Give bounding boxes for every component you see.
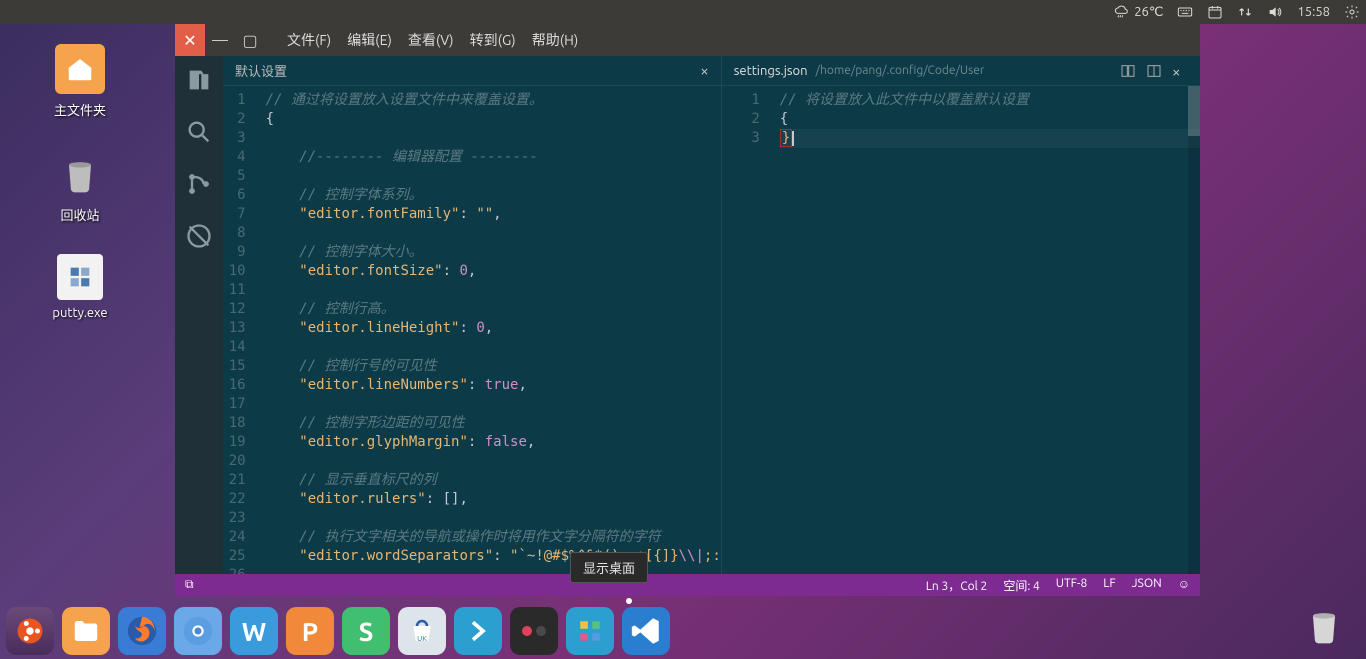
status-spaces[interactable]: 空间: 4: [1003, 577, 1039, 594]
search-icon[interactable]: [185, 118, 213, 146]
tab-actions: ×: [1120, 63, 1188, 79]
code-area-right[interactable]: 123 // 将设置放入此文件中以覆盖默认设置{}: [722, 86, 1200, 574]
desktop-icon-putty[interactable]: putty.exe: [20, 254, 140, 320]
trash-icon: [58, 152, 102, 196]
vscode-window: ✕ — ▢ 文件(F) 编辑(E) 查看(V) 转到(G) 帮助(H) 默认设置…: [175, 24, 1200, 596]
dock-app-wps-w[interactable]: W: [230, 607, 278, 655]
activity-bar: [175, 56, 223, 574]
minimize-button[interactable]: —: [205, 24, 235, 56]
desktop-icon-home[interactable]: 主文件夹: [20, 44, 140, 119]
close-button[interactable]: ✕: [175, 24, 205, 56]
editor-body: 默认设置 × 123456789101112131415161718192021…: [175, 56, 1200, 574]
status-bar: ⧉ Ln 3，Col 2 空间: 4 UTF-8 LF JSON ☺: [175, 574, 1200, 596]
line-gutter: 123: [722, 86, 770, 574]
dock-app-firefox[interactable]: [118, 607, 166, 655]
keyboard-indicator[interactable]: [1177, 4, 1193, 20]
dock-app-ubuntu[interactable]: [6, 607, 54, 655]
dock-app-devtool[interactable]: [454, 607, 502, 655]
menu-bar: 文件(F) 编辑(E) 查看(V) 转到(G) 帮助(H): [281, 26, 584, 54]
tab-bar-left: 默认设置 ×: [223, 56, 721, 86]
gear-icon: [1344, 4, 1360, 20]
trash-icon: [1302, 603, 1346, 647]
window-titlebar: ✕ — ▢ 文件(F) 编辑(E) 查看(V) 转到(G) 帮助(H): [175, 24, 1200, 56]
top-panel: 26℃ 15:58: [0, 0, 1366, 24]
status-lncol[interactable]: Ln 3，Col 2: [926, 577, 988, 594]
dock: WPS UK: [6, 607, 670, 655]
dock-app-store[interactable]: UK: [398, 607, 446, 655]
status-feedback-icon[interactable]: ⧉: [185, 578, 194, 592]
dock-app-wps-s[interactable]: S: [342, 607, 390, 655]
menu-help[interactable]: 帮助(H): [526, 26, 585, 54]
keyboard-icon: [1177, 4, 1193, 20]
calendar-indicator[interactable]: [1207, 4, 1223, 20]
weather-icon: [1114, 4, 1130, 20]
editor-scrollbar[interactable]: [1188, 86, 1200, 574]
calendar-icon: [1207, 4, 1223, 20]
dock-app-vscode[interactable]: [622, 607, 670, 655]
menu-view[interactable]: 查看(V): [402, 26, 460, 54]
source-control-icon[interactable]: [185, 170, 213, 198]
putty-icon: [66, 263, 94, 291]
svg-text:UK: UK: [417, 635, 427, 643]
maximize-button[interactable]: ▢: [235, 24, 265, 56]
code-area-left[interactable]: 1234567891011121314151617181920212223242…: [223, 86, 721, 574]
desktop: 主文件夹 回收站 putty.exe: [0, 24, 175, 350]
code-lines: // 通过将设置放入设置文件中来覆盖设置。{ //-------- 编辑器配置 …: [256, 86, 721, 574]
menu-go[interactable]: 转到(G): [464, 26, 522, 54]
desktop-icon-label: 主文件夹: [20, 100, 140, 119]
editor-group: 默认设置 × 123456789101112131415161718192021…: [223, 56, 1200, 574]
desktop-icon-trash[interactable]: 回收站: [20, 149, 140, 224]
tab-title[interactable]: settings.json: [734, 64, 808, 78]
scrollbar-thumb[interactable]: [1188, 86, 1200, 136]
status-encoding[interactable]: UTF-8: [1056, 577, 1087, 594]
editor-pane-left: 默认设置 × 123456789101112131415161718192021…: [223, 56, 721, 574]
menu-file[interactable]: 文件(F): [281, 26, 337, 54]
split-editor-icon[interactable]: [1120, 63, 1136, 79]
dock-trash[interactable]: [1302, 603, 1346, 651]
tab-path: /home/pang/.config/Code/User: [816, 64, 985, 77]
dock-app-files[interactable]: [62, 607, 110, 655]
sound-indicator[interactable]: [1267, 4, 1283, 20]
dock-app-apps[interactable]: [566, 607, 614, 655]
dock-app-wps-p[interactable]: P: [286, 607, 334, 655]
tab-title[interactable]: 默认设置: [235, 61, 287, 80]
clock[interactable]: 15:58: [1297, 5, 1330, 19]
tab-bar-right: settings.json /home/pang/.config/Code/Us…: [722, 56, 1200, 86]
dock-app-chromium[interactable]: [174, 607, 222, 655]
system-menu[interactable]: [1344, 4, 1360, 20]
line-gutter: 1234567891011121314151617181920212223242…: [223, 86, 256, 574]
desktop-icon-label: 回收站: [20, 205, 140, 224]
status-smiley-icon[interactable]: ☺: [1178, 577, 1190, 594]
editor-pane-right: settings.json /home/pang/.config/Code/Us…: [721, 56, 1200, 574]
volume-icon: [1267, 4, 1283, 20]
network-indicator[interactable]: [1237, 4, 1253, 20]
dock-tooltip: 显示桌面: [570, 552, 648, 583]
weather-indicator[interactable]: 26℃: [1114, 4, 1163, 20]
desktop-icon-label: putty.exe: [20, 306, 140, 320]
close-icon[interactable]: ×: [1172, 63, 1188, 79]
dock-app-recorder[interactable]: [510, 607, 558, 655]
debug-icon[interactable]: [185, 222, 213, 250]
more-icon[interactable]: [1146, 63, 1162, 79]
status-lang[interactable]: JSON: [1132, 577, 1162, 594]
weather-text: 26℃: [1134, 5, 1163, 20]
home-folder-icon: [65, 54, 95, 84]
network-icon: [1237, 4, 1253, 20]
menu-edit[interactable]: 编辑(E): [341, 26, 398, 54]
code-lines: // 将设置放入此文件中以覆盖默认设置{}: [770, 86, 1200, 574]
close-icon[interactable]: ×: [700, 62, 708, 79]
explorer-icon[interactable]: [185, 66, 213, 94]
clock-text: 15:58: [1297, 5, 1330, 19]
status-eol[interactable]: LF: [1103, 577, 1115, 594]
window-controls: ✕ — ▢: [175, 24, 265, 56]
